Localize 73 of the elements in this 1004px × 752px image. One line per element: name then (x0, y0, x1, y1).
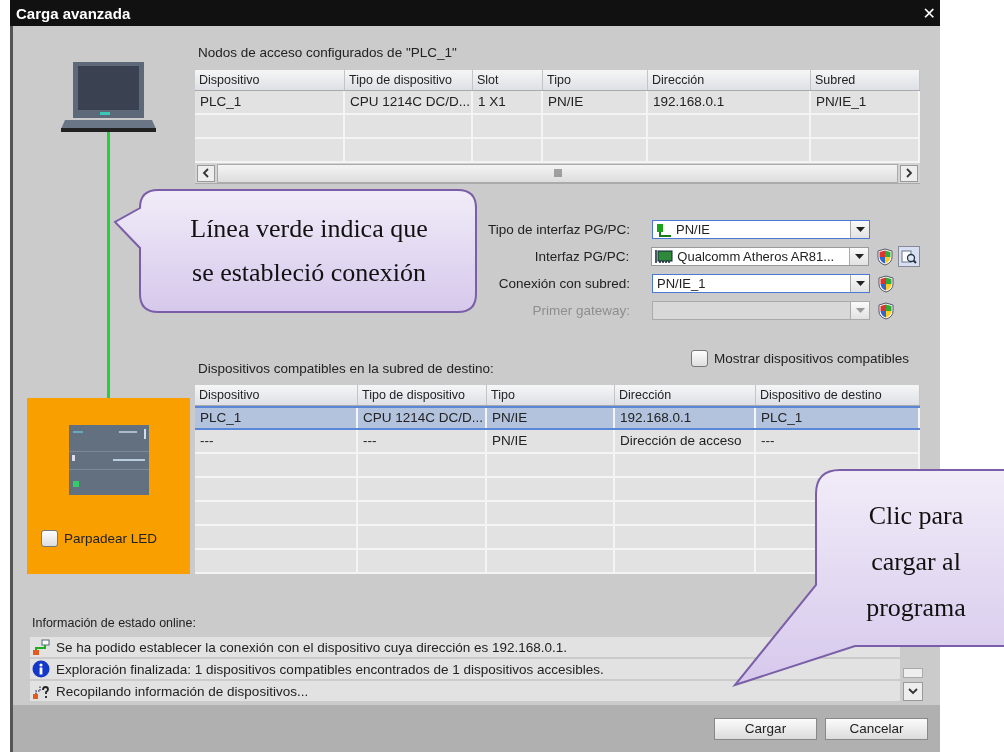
table-cell: --- (358, 430, 487, 452)
table-cell: 192.168.0.1 (615, 408, 756, 428)
field-label: Interfaz PG/PC: (534, 249, 630, 264)
shield-icon[interactable] (878, 274, 894, 293)
scroll-down-button[interactable] (903, 682, 923, 701)
network-icon (656, 222, 672, 237)
dropdown-field[interactable]: PN/IE_1 (652, 274, 870, 293)
field-label: Conexión con subred: (498, 276, 630, 291)
show-compatible-checkbox[interactable]: Mostrar dispositivos compatibles (690, 350, 909, 367)
column-header[interactable]: Dirección (615, 385, 756, 405)
chevron-down-icon (908, 688, 918, 695)
section-title: Nodos de acceso configurados de "PLC_1" (198, 44, 458, 62)
field-label: Primer gateway: (532, 303, 630, 318)
column-header[interactable]: Tipo (543, 70, 648, 90)
scroll-left-button[interactable] (197, 164, 215, 182)
field-label: Tipo de interfaz PG/PC: (487, 222, 630, 237)
table-cell: CPU 1214C DC/D... (345, 91, 473, 113)
network-query-icon (32, 683, 50, 699)
status-message: Exploración finalizada: 1 dispositivos compatibles encontrados de 1 dispositivos accesibles. (56, 661, 604, 677)
connection-icon (32, 639, 50, 655)
dropdown-arrow-icon (855, 226, 865, 233)
column-header[interactable]: Subred (811, 70, 920, 90)
section-title: Dispositivos compatibles en la subred de destino: (198, 361, 494, 376)
cancel-button[interactable]: Cancelar (825, 717, 928, 740)
search-button[interactable] (898, 246, 920, 267)
info-icon (32, 660, 50, 678)
plc-device-icon (68, 425, 149, 495)
column-header[interactable]: Dirección (648, 70, 811, 90)
column-header[interactable]: Slot (473, 70, 543, 90)
dropdown-arrow-icon (855, 280, 865, 287)
section-title: Información de estado online: (32, 616, 197, 632)
dropdown-field[interactable]: Qualcomm Atheros AR81... (651, 247, 870, 266)
callout-text: Línea verde indica que se estableció conexión (190, 213, 428, 289)
column-header[interactable]: Dispositivo (195, 385, 358, 405)
table-cell: --- (756, 430, 920, 452)
load-button[interactable]: Cargar (714, 717, 817, 740)
shield-icon[interactable] (877, 247, 894, 266)
window-title: Carga avanzada (16, 4, 131, 22)
table-row[interactable]: PLC_1 CPU 1214C DC/D... PN/IE 192.168.0.1 PLC_1 (195, 406, 920, 430)
table-cell: CPU 1214C DC/D... (358, 408, 487, 428)
table-cell: --- (195, 430, 358, 452)
table-cell: 1 X1 (473, 91, 543, 113)
column-header[interactable]: Dispositivo de destino (756, 385, 920, 405)
table-cell: 192.168.0.1 (648, 91, 811, 113)
scrollbar-thumb[interactable] (217, 163, 898, 183)
search-icon (901, 248, 917, 265)
table-cell: PLC_1 (195, 91, 345, 113)
network-card-icon (655, 249, 674, 264)
dropdown-arrow-icon (855, 307, 865, 314)
dropdown-field[interactable]: PN/IE (652, 220, 870, 239)
flash-led-checkbox[interactable]: Parpadear LED (41, 530, 158, 547)
chevron-right-icon (905, 168, 913, 178)
table-cell: PN/IE (487, 430, 615, 452)
column-header[interactable]: Tipo de dispositivo (345, 70, 473, 90)
laptop-icon (61, 60, 156, 132)
column-header[interactable]: Tipo (487, 385, 615, 405)
dropdown-arrow-icon (854, 253, 864, 260)
table-cell: PLC_1 (756, 408, 920, 428)
table-cell: PLC_1 (195, 408, 358, 428)
scrollbar-thumb[interactable] (903, 668, 923, 678)
table-cell: Dirección de acceso (615, 430, 756, 452)
callout-text: Clic para cargar al programa (866, 500, 966, 624)
scroll-right-button[interactable] (900, 164, 918, 182)
table-cell: PN/IE (543, 91, 648, 113)
table-cell: PN/IE (487, 408, 615, 428)
column-header[interactable]: Tipo de dispositivo (358, 385, 487, 405)
status-message: Se ha podido establecer la conexión con el dispositivo cuya dirección es 192.168.0.1. (56, 639, 568, 655)
table-cell: PN/IE_1 (811, 91, 920, 113)
chevron-left-icon (202, 168, 210, 178)
grip-icon (553, 169, 562, 177)
column-header[interactable]: Dispositivo (195, 70, 345, 90)
table-row[interactable]: --- --- PN/IE Dirección de acceso --- (195, 430, 920, 454)
status-message: Recopilando información de dispositivos... (56, 683, 309, 699)
